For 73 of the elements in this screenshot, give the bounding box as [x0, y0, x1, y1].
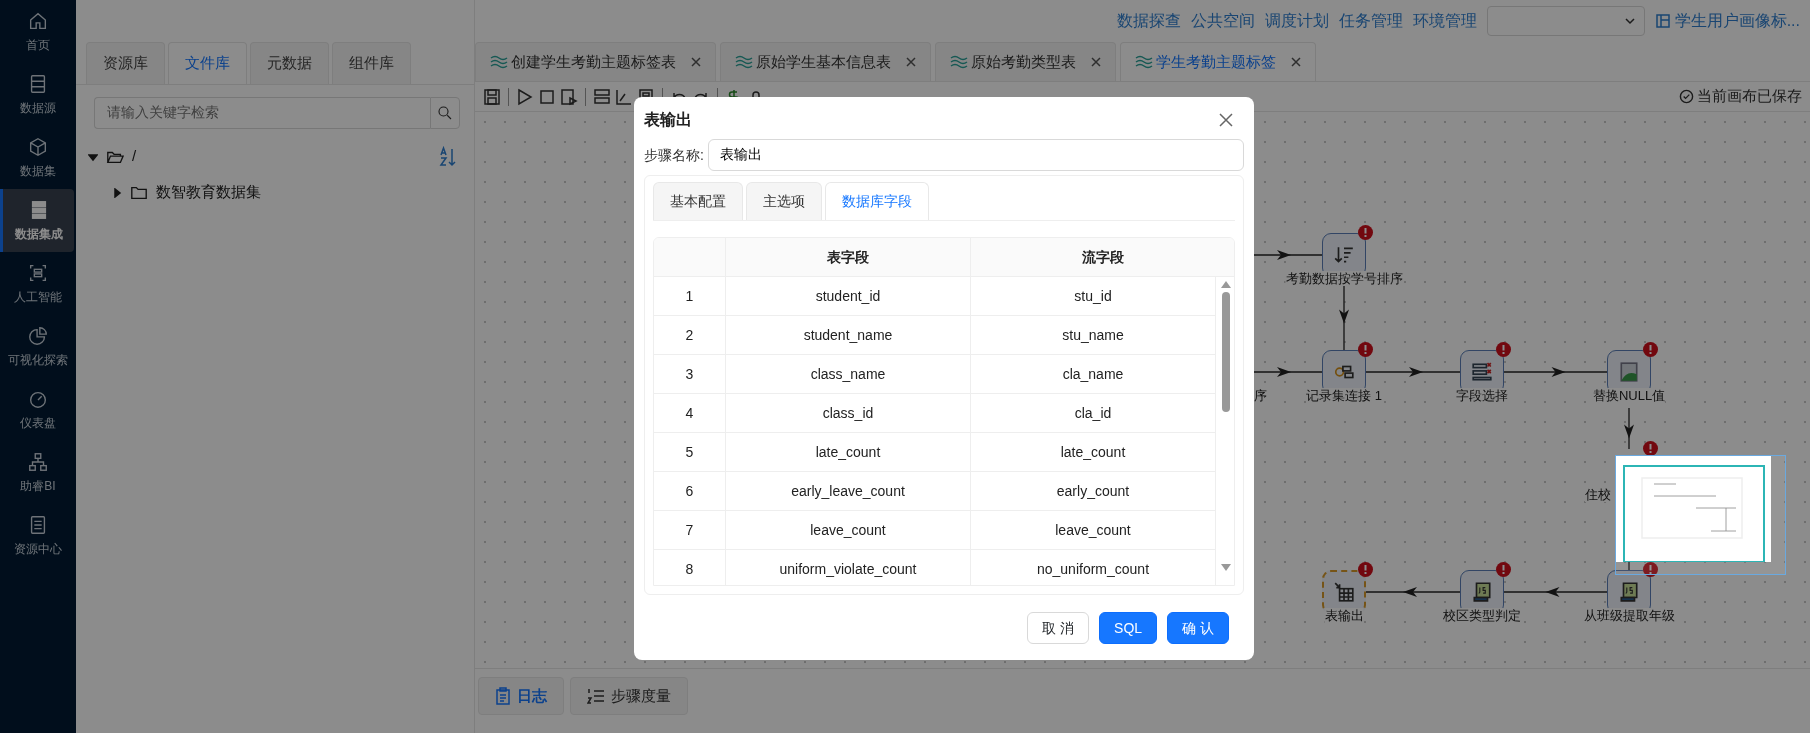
panel-tab[interactable]: 资源库: [86, 42, 165, 84]
panel-tab[interactable]: 组件库: [332, 42, 411, 84]
table-cell: 4: [654, 394, 726, 433]
table-cell: 7: [654, 511, 726, 550]
table-cell: cla_id: [971, 394, 1216, 433]
sidebar-item[interactable]: 数据源: [0, 63, 76, 126]
column-header: 表字段: [726, 238, 971, 277]
column-header: 流字段: [971, 238, 1234, 277]
node-label: 住校: [1585, 487, 1611, 502]
dialog-button[interactable]: SQL: [1099, 612, 1158, 644]
table-cell: stu_name: [971, 316, 1216, 355]
editor-tab[interactable]: 创建学生考勤主题标签表: [475, 42, 716, 81]
dialog-title: 表输出: [644, 110, 692, 130]
table-cell: uniform_violate_count: [726, 550, 971, 585]
editor-tab[interactable]: 学生考勤主题标签: [1120, 42, 1316, 81]
table-cell: late_count: [971, 433, 1216, 472]
save-status: 当前画布已保存: [1678, 85, 1802, 108]
table-cell: late_count: [726, 433, 971, 472]
step-name-field[interactable]: 表输出: [707, 139, 1244, 171]
sidebar-item[interactable]: 数据集: [0, 126, 76, 189]
nav-link[interactable]: 数据探查: [1117, 9, 1182, 33]
node-label: 字段选择: [1456, 388, 1508, 403]
table-cell: student_name: [726, 316, 971, 355]
table-cell: early_count: [971, 472, 1216, 511]
table-cell: stu_id: [971, 277, 1216, 316]
node-label: 校区类型判定: [1443, 608, 1521, 623]
sidebar-item[interactable]: 人工智能: [0, 252, 76, 315]
nav-link[interactable]: 公共空间: [1191, 9, 1256, 33]
field-label: 步骤名称:: [644, 145, 704, 165]
dialog-button[interactable]: 确 认: [1167, 612, 1229, 644]
table-cell: student_id: [726, 277, 971, 316]
node-label: 考勤数据按学号排序: [1285, 271, 1403, 286]
sidebar-item[interactable]: 首页: [0, 0, 76, 63]
panel-tab[interactable]: 文件库: [168, 42, 247, 84]
table-cell: no_uniform_count: [971, 550, 1216, 585]
table-cell: 3: [654, 355, 726, 394]
sidebar-item[interactable]: 可视化探索: [0, 315, 76, 378]
table-cell: class_id: [726, 394, 971, 433]
node-label: 记录集连接 1: [1306, 388, 1382, 403]
editor-tab[interactable]: 原始学生基本信息表: [720, 42, 931, 81]
sidebar-item[interactable]: 资源中心: [0, 504, 76, 567]
node-label: 表输出: [1324, 608, 1364, 623]
dialog-tab[interactable]: 主选项: [746, 182, 822, 220]
node-label: 从班级提取年级: [1583, 608, 1675, 623]
table-cell: 2: [654, 316, 726, 355]
sidebar-item[interactable]: 仪表盘: [0, 378, 76, 441]
table-cell: leave_count: [971, 511, 1216, 550]
table-cell: 5: [654, 433, 726, 472]
sidebar-item[interactable]: 助睿BI: [0, 441, 76, 504]
panel-tab[interactable]: 元数据: [250, 42, 329, 84]
editor-tab[interactable]: 原始考勤类型表: [935, 42, 1116, 81]
tree-item-label[interactable]: 数智教育数据集: [156, 181, 261, 204]
table-cell: 6: [654, 472, 726, 511]
table-cell: class_name: [726, 355, 971, 394]
nav-link[interactable]: 环境管理: [1413, 9, 1478, 33]
dialog-tab[interactable]: 基本配置: [653, 182, 743, 220]
table-cell: 8: [654, 550, 726, 585]
bottom-tab[interactable]: 步骤度量: [570, 677, 688, 715]
table-cell: early_leave_count: [726, 472, 971, 511]
table-cell: cla_name: [971, 355, 1216, 394]
bottom-tab[interactable]: 日志: [478, 677, 564, 715]
dialog-tab[interactable]: 数据库字段: [825, 182, 929, 220]
sidebar-item[interactable]: 数据集成: [0, 189, 74, 252]
node-label: 替换NULL值: [1592, 388, 1666, 403]
dialog-button[interactable]: 取 消: [1027, 612, 1090, 644]
nav-link[interactable]: 调度计划: [1265, 9, 1330, 33]
node-label: 序: [1254, 388, 1267, 403]
project-link[interactable]: 学生用户画像标...: [1655, 9, 1800, 33]
table-cell: leave_count: [726, 511, 971, 550]
nav-link[interactable]: 任务管理: [1339, 9, 1404, 33]
table-cell: 1: [654, 277, 726, 316]
tree-item-label[interactable]: /: [132, 145, 137, 168]
search-field[interactable]: 请输入关键字检索: [94, 96, 430, 129]
